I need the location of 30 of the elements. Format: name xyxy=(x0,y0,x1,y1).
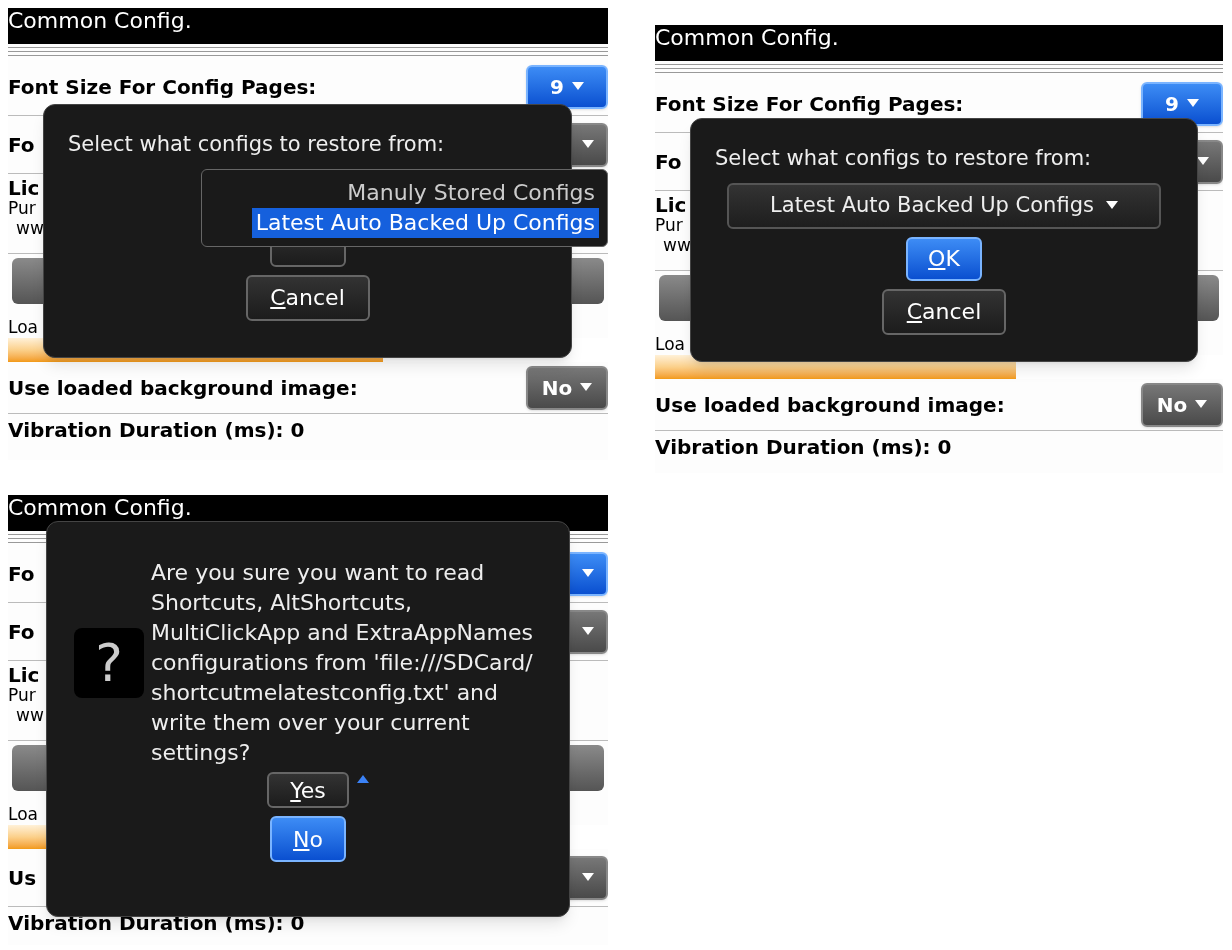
setting-label: Font Size For Config Pages: xyxy=(8,73,317,101)
setting-label: Font Size For Config Pages: xyxy=(655,90,964,118)
setting-label: Use loaded background image: xyxy=(655,391,1005,419)
license-text: Pur xyxy=(8,685,36,705)
dialog-prompt: Select what configs to restore from: xyxy=(714,145,1092,172)
setting-label: Us xyxy=(8,864,37,892)
license-text: Lic xyxy=(8,178,40,198)
setting-label: Fo xyxy=(8,618,35,646)
progress-label: Loa xyxy=(8,803,38,825)
license-text: Lic xyxy=(655,195,687,215)
setting-heading: Vibration Duration (ms): 0 xyxy=(8,418,305,442)
setting-label: Fo xyxy=(655,148,682,176)
screen-title: Common Config. xyxy=(8,496,192,520)
setting-label: Use loaded background image: xyxy=(8,374,358,402)
license-text: Lic xyxy=(8,665,40,685)
setting-label: Fo xyxy=(8,560,35,588)
setting-label: Fo xyxy=(8,131,35,159)
dialog-prompt: Select what configs to restore from: xyxy=(67,131,445,158)
license-text: ww xyxy=(15,705,44,725)
license-text: ww xyxy=(15,218,44,238)
screen-title: Common Config. xyxy=(8,9,192,33)
question-icon: ? xyxy=(74,628,144,698)
progress-label: Loa xyxy=(655,333,685,355)
screen-title: Common Config. xyxy=(655,26,839,50)
setting-heading: Vibration Duration (ms): 0 xyxy=(655,435,952,459)
license-text: Pur xyxy=(655,215,683,235)
license-text: Pur xyxy=(8,198,36,218)
dialog-message: Are you sure you want to read Shortcuts, AltShortcuts, MultiClickApp and ExtraAppNames configurations from 'file:///SDCard/ shortcutmelatestconfig.txt' and write them over your current settings? xyxy=(151,559,534,767)
progress-label: Loa xyxy=(8,316,38,338)
license-text: ww xyxy=(662,235,691,255)
